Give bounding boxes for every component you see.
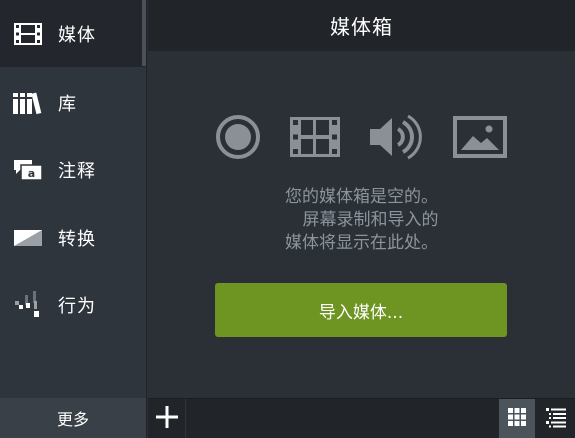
empty-message-line: 媒体将显示在此处。 [285,233,438,253]
record-icon [214,113,262,161]
sidebar-item-label: 库 [58,93,77,115]
sidebar-item-transitions[interactable]: 转换 [0,204,146,271]
import-media-button[interactable]: 导入媒体... [215,283,507,337]
film-icon [288,113,342,161]
list-icon [545,406,567,432]
grid-icon [507,407,527,431]
page-title: 媒体箱 [148,0,575,51]
more-button[interactable]: 更多 [0,398,146,438]
sidebar-item-annotations[interactable]: a 注释 [0,136,146,203]
sidebar-item-media[interactable]: 媒体 [0,0,146,67]
scrollbar[interactable] [142,0,146,66]
add-button[interactable] [148,399,186,438]
sidebar-item-library[interactable]: 库 [0,69,146,136]
transition-icon [12,224,44,252]
audio-speaker-icon [366,113,424,161]
media-bin-panel: 媒体箱 您的媒体箱是空的。 屏幕录制和导入的 媒体将显示在此处。 导入媒体... [148,0,575,438]
film-icon [12,20,44,48]
media-type-icons [148,113,575,161]
library-books-icon [12,89,44,117]
sidebar-item-label: 注释 [58,160,96,182]
sidebar-item-label: 行为 [58,295,96,317]
annotation-bubble-icon: a [12,156,44,184]
bottom-toolbar [148,398,575,438]
svg-text:a: a [28,167,35,180]
empty-bin-message: 您的媒体箱是空的。 屏幕录制和导入的 媒体将显示在此处。 [148,186,575,255]
image-icon [452,113,508,161]
list-view-button[interactable] [538,399,574,438]
sidebar-item-label: 媒体 [58,24,96,46]
grid-view-button[interactable] [499,399,535,438]
sidebar: 媒体 库 a 注释 转换 行为 更多 [0,0,147,438]
plus-icon [155,405,179,433]
sidebar-item-label: 转换 [58,228,96,250]
behavior-icon [12,290,44,319]
empty-message-line: 屏幕录制和导入的 [302,210,439,230]
sidebar-item-behaviors[interactable]: 行为 [0,271,146,338]
empty-message-line: 您的媒体箱是空的。 [285,187,438,207]
